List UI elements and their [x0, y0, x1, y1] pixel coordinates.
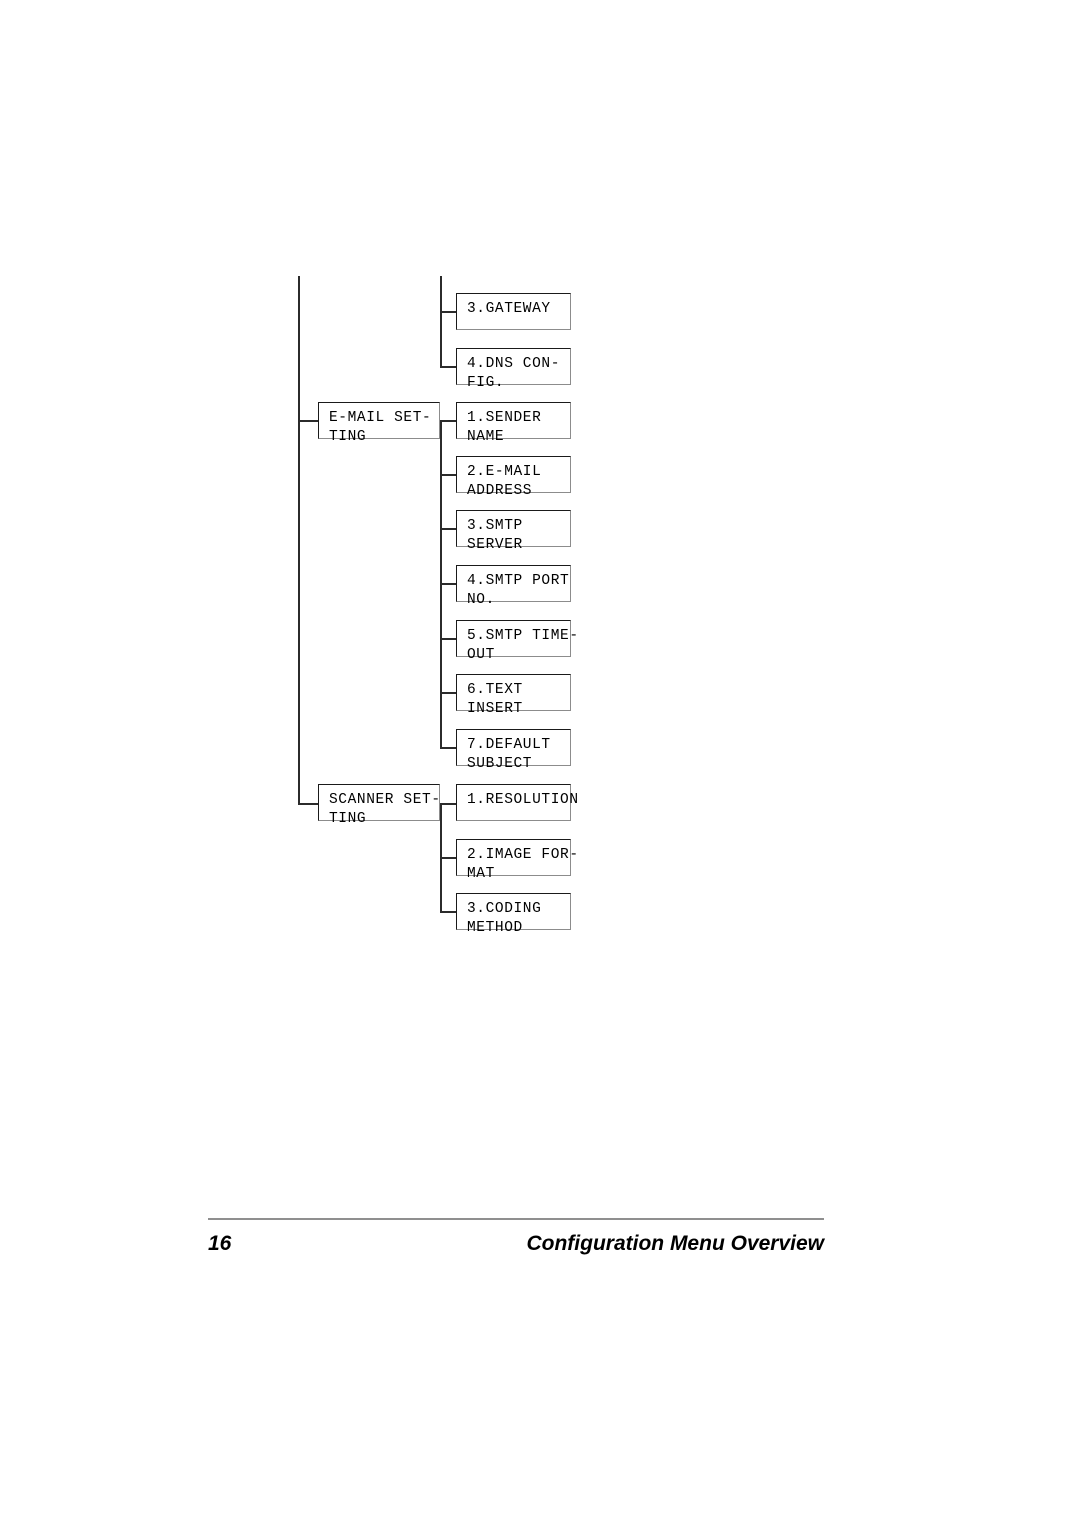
connector-coding-method [440, 911, 457, 913]
node-smtp-timeout-line1: 5.SMTP TIME- [467, 628, 579, 644]
document-page: 3.GATEWAY 4.DNS CON- FIG. E-MAIL SET- TING… [0, 0, 1080, 1528]
node-text-insert[interactable]: 6.TEXT INSERT [456, 674, 571, 717]
node-email-address[interactable]: 2.E-MAIL ADDRESS [456, 456, 571, 499]
connector-resolution [440, 803, 457, 805]
trunk-branch-to-email-setting [298, 420, 319, 422]
node-resolution-line1: 1.RESOLUTION [467, 792, 579, 808]
node-smtp-server[interactable]: 3.SMTP SERVER [456, 510, 571, 553]
connector-smtp-server [440, 528, 457, 530]
connector-smtp-port-no [440, 583, 457, 585]
connector-email-address [440, 474, 457, 476]
node-smtp-timeout-line2: OUT [467, 646, 495, 663]
connector-smtp-timeout [440, 638, 457, 640]
node-gateway[interactable]: 3.GATEWAY [456, 293, 571, 330]
node-dns-config-line1: 4.DNS CON- [467, 356, 561, 372]
node-coding-method-line2: METHOD [467, 919, 523, 936]
node-default-subject-line1: 7.DEFAULT [467, 737, 551, 753]
node-email-address-line2: ADDRESS [467, 482, 533, 499]
footer-section-title: Configuration Menu Overview [526, 1231, 824, 1255]
node-scanner-setting-line2: TING [329, 810, 367, 827]
node-smtp-server-line2: SERVER [467, 536, 523, 553]
configuration-menu-tree: 3.GATEWAY 4.DNS CON- FIG. E-MAIL SET- TING… [0, 0, 1080, 1000]
node-smtp-port-no[interactable]: 4.SMTP PORT NO. [456, 565, 571, 608]
node-default-subject-line2: SUBJECT [467, 755, 533, 772]
connector-dns-config [440, 366, 457, 368]
node-image-format[interactable]: 2.IMAGE FOR- MAT [456, 839, 578, 882]
node-smtp-port-no-line2: NO. [467, 591, 495, 608]
node-email-address-line1: 2.E-MAIL [467, 464, 542, 480]
node-email-setting-line2: TING [329, 428, 367, 445]
connector-sender-name [440, 420, 457, 422]
trunk-vertical-line [298, 276, 300, 804]
node-scanner-setting[interactable]: SCANNER SET- TING [318, 784, 441, 827]
connector-gateway [440, 311, 457, 313]
node-scanner-setting-line1: SCANNER SET- [329, 792, 441, 808]
node-dns-config[interactable]: 4.DNS CON- FIG. [456, 348, 571, 391]
connector-default-subject [440, 747, 457, 749]
node-smtp-server-line1: 3.SMTP [467, 518, 523, 534]
node-coding-method-line1: 3.CODING [467, 901, 542, 917]
node-smtp-port-no-line1: 4.SMTP PORT [467, 573, 570, 589]
node-dns-config-line2: FIG. [467, 374, 505, 391]
node-email-setting[interactable]: E-MAIL SET- TING [318, 402, 440, 445]
footer-row: 16 Configuration Menu Overview [208, 1232, 824, 1256]
page-number: 16 [208, 1231, 232, 1255]
footer-divider [208, 1218, 824, 1220]
page-footer: 16 Configuration Menu Overview [208, 1218, 824, 1256]
connector-text-insert [440, 692, 457, 694]
node-sender-name-line2: NAME [467, 428, 505, 445]
node-email-setting-line1: E-MAIL SET- [329, 410, 432, 426]
node-gateway-line1: 3.GATEWAY [467, 301, 551, 317]
node-sender-name-line1: 1.SENDER [467, 410, 542, 426]
node-default-subject[interactable]: 7.DEFAULT SUBJECT [456, 729, 571, 772]
node-image-format-line1: 2.IMAGE FOR- [467, 847, 579, 863]
node-text-insert-line1: 6.TEXT [467, 682, 523, 698]
node-coding-method[interactable]: 3.CODING METHOD [456, 893, 571, 936]
node-smtp-timeout[interactable]: 5.SMTP TIME- OUT [456, 620, 578, 663]
trunk-branch-to-scanner-setting [298, 803, 319, 805]
node-sender-name[interactable]: 1.SENDER NAME [456, 402, 571, 445]
node-resolution[interactable]: 1.RESOLUTION [456, 784, 578, 821]
network-group-vertical-line [440, 276, 442, 367]
node-text-insert-line2: INSERT [467, 700, 523, 717]
connector-image-format [440, 857, 457, 859]
node-image-format-line2: MAT [467, 865, 495, 882]
